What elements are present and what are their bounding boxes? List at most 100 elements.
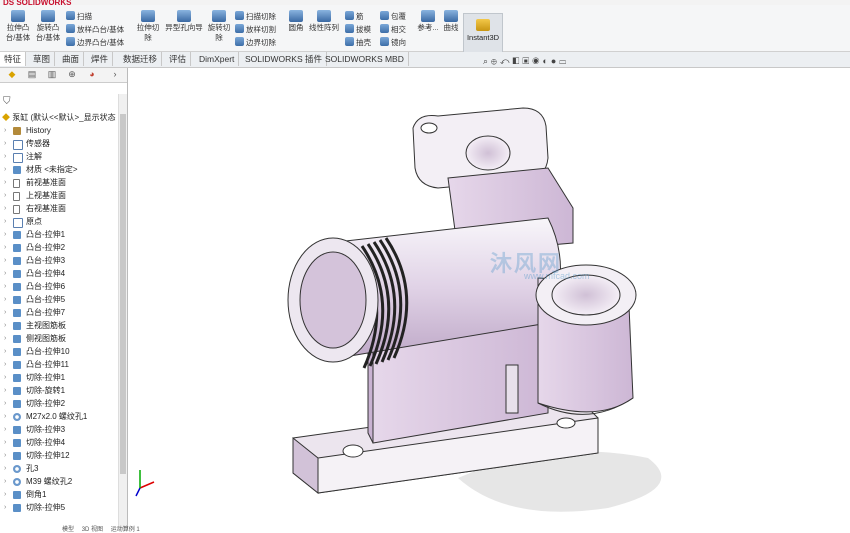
tree-item[interactable]: › 切除-拉伸4 xyxy=(0,436,118,449)
property-manager-tab-icon[interactable]: ▤ xyxy=(23,69,41,81)
tree-item[interactable]: › 凸台-拉伸7 xyxy=(0,306,118,319)
tab-dimxpert[interactable]: DimXpert xyxy=(195,52,240,66)
configuration-manager-tab-icon[interactable]: ▥ xyxy=(43,69,61,81)
tab-surfaces[interactable]: 曲面 xyxy=(58,52,85,66)
expand-arrow-icon[interactable]: › xyxy=(4,176,6,189)
tree-item[interactable]: › 孔3 xyxy=(0,462,118,475)
tree-item[interactable]: › 凸台-拉伸10 xyxy=(0,345,118,358)
expand-arrow-icon[interactable]: › xyxy=(4,267,6,280)
expand-arrow-icon[interactable]: › xyxy=(4,436,6,449)
extrude-boss-button[interactable]: 拉伸凸 台/基体 xyxy=(4,8,32,43)
hole-wizard-button[interactable]: 异型孔向导 xyxy=(163,8,205,33)
expand-arrow-icon[interactable]: › xyxy=(4,488,6,501)
zoom-area-icon[interactable]: ⊕ xyxy=(491,56,500,66)
expand-arrow-icon[interactable]: › xyxy=(4,475,6,488)
tree-item[interactable]: › 传感器 xyxy=(0,137,118,150)
expand-arrow-icon[interactable]: › xyxy=(4,189,6,202)
revolve-boss-button[interactable]: 旋转凸 台/基体 xyxy=(34,8,62,43)
tree-item[interactable]: › 原点 xyxy=(0,215,118,228)
boundary-boss-button[interactable]: 边界凸台/基体 xyxy=(66,37,124,48)
tree-item[interactable]: › 切除-拉伸5 xyxy=(0,501,118,514)
tree-item[interactable]: › M39 螺纹孔2 xyxy=(0,475,118,488)
part-model[interactable] xyxy=(128,68,850,530)
reference-geometry-button[interactable]: 参考... xyxy=(416,8,440,33)
loft-button[interactable]: 放样凸台/基体 xyxy=(66,24,124,35)
tree-item[interactable]: › 凸台-拉伸11 xyxy=(0,358,118,371)
intersect-button[interactable]: 相交 xyxy=(380,24,406,35)
expand-arrow-icon[interactable]: › xyxy=(4,241,6,254)
expand-arrow-icon[interactable]: › xyxy=(4,124,6,137)
tree-item[interactable]: › 凸台-拉伸4 xyxy=(0,267,118,280)
expand-arrow-icon[interactable]: › xyxy=(4,397,6,410)
tree-item[interactable]: › 切除-拉伸3 xyxy=(0,423,118,436)
tab-sketch[interactable]: 草图 xyxy=(29,52,56,66)
tree-item[interactable]: › 凸台-拉伸5 xyxy=(0,293,118,306)
dimxpert-manager-tab-icon[interactable]: ⊕ xyxy=(63,69,81,81)
view-orientation-icon[interactable]: ▣ xyxy=(522,56,532,66)
curves-button[interactable]: 曲线 xyxy=(441,8,461,33)
tab-evaluate[interactable]: 评估 xyxy=(165,52,192,66)
sweep-button[interactable]: 扫描 xyxy=(66,11,92,22)
tab-data-migration[interactable]: 数据迁移 xyxy=(119,52,163,66)
display-manager-tab-icon[interactable]: ◕ xyxy=(83,69,101,81)
expand-arrow-icon[interactable]: › xyxy=(4,410,6,423)
sweep-cut-button[interactable]: 扫描切除 xyxy=(235,11,276,22)
expand-arrow-icon[interactable]: › xyxy=(4,137,6,150)
tree-item[interactable]: › 切除-拉伸2 xyxy=(0,397,118,410)
zoom-to-fit-icon[interactable]: ⌕ xyxy=(483,56,491,66)
instant3d-button[interactable]: Instant3D xyxy=(463,13,503,55)
scene-icon[interactable]: ▭ xyxy=(559,56,569,66)
loft-cut-button[interactable]: 放样切割 xyxy=(235,24,276,35)
expand-arrow-icon[interactable]: › xyxy=(4,319,6,332)
tab-solidworks-addins[interactable]: SOLIDWORKS 插件 xyxy=(241,52,327,66)
fillet-button[interactable]: 圆角 xyxy=(285,8,307,33)
tab-solidworks-mbd[interactable]: SOLIDWORKS MBD xyxy=(321,52,409,66)
expand-arrow-icon[interactable]: › xyxy=(4,371,6,384)
tab-weldments[interactable]: 焊件 xyxy=(87,52,114,66)
tree-item[interactable]: › 凸台-拉伸2 xyxy=(0,241,118,254)
tree-item[interactable]: › 主视图筋板 xyxy=(0,319,118,332)
previous-view-icon[interactable]: ↶ xyxy=(500,56,513,66)
revolve-cut-button[interactable]: 旋转切 除 xyxy=(206,8,232,43)
tree-item[interactable]: › 材质 <未指定> xyxy=(0,163,118,176)
expand-arrow-icon[interactable]: › xyxy=(4,345,6,358)
tree-item[interactable]: › M27x2.0 螺纹孔1 xyxy=(0,410,118,423)
tree-item[interactable]: › 注解 xyxy=(0,150,118,163)
wrap-button[interactable]: 包覆 xyxy=(380,11,406,22)
expand-arrow-icon[interactable]: › xyxy=(4,306,6,319)
expand-arrow-icon[interactable]: › xyxy=(4,332,6,345)
tree-item[interactable]: › 凸台-拉伸6 xyxy=(0,280,118,293)
tree-item[interactable]: › 切除-拉伸1 xyxy=(0,371,118,384)
expand-arrow-icon[interactable]: › xyxy=(4,280,6,293)
tree-item[interactable]: › 切除-拉伸12 xyxy=(0,449,118,462)
tree-root[interactable]: ◆ 泵缸 (默认<<默认>_显示状态 xyxy=(2,112,116,123)
tree-item[interactable]: › 侧视图筋板 xyxy=(0,332,118,345)
panel-expand-icon[interactable]: › xyxy=(106,69,124,81)
expand-arrow-icon[interactable]: › xyxy=(4,358,6,371)
appearance-icon[interactable]: ● xyxy=(551,56,559,66)
heads-up-view-toolbar[interactable]: ⌕⊕↶◧▣◉◐●▭ xyxy=(483,56,569,67)
expand-arrow-icon[interactable]: › xyxy=(4,254,6,267)
graphics-viewport[interactable]: 沐风网 www.mfcad.com xyxy=(128,68,850,530)
filter-icon[interactable]: ⛉ xyxy=(3,96,11,107)
expand-arrow-icon[interactable]: › xyxy=(4,293,6,306)
tree-item[interactable]: › 倒角1 xyxy=(0,488,118,501)
mirror-button[interactable]: 镜向 xyxy=(380,37,406,48)
tree-item[interactable]: › History xyxy=(0,124,118,137)
expand-arrow-icon[interactable]: › xyxy=(4,449,6,462)
boundary-cut-button[interactable]: 边界切除 xyxy=(235,37,276,48)
feature-manager-tab-icon[interactable]: ◆ xyxy=(3,69,21,81)
display-style-icon[interactable]: ◉ xyxy=(532,56,542,66)
rib-button[interactable]: 筋 xyxy=(345,11,364,22)
tab-3d-views[interactable]: 3D 视图 xyxy=(82,527,103,533)
expand-arrow-icon[interactable]: › xyxy=(4,202,6,215)
tree-item[interactable]: › 上视基准面 xyxy=(0,189,118,202)
expand-arrow-icon[interactable]: › xyxy=(4,150,6,163)
tree-item[interactable]: › 右视基准面 xyxy=(0,202,118,215)
draft-button[interactable]: 拔模 xyxy=(345,24,371,35)
expand-arrow-icon[interactable]: › xyxy=(4,228,6,241)
extrude-cut-button[interactable]: 拉伸切 除 xyxy=(136,8,160,43)
tree-item[interactable]: › 切除-旋转1 xyxy=(0,384,118,397)
expand-arrow-icon[interactable]: › xyxy=(4,501,6,514)
hide-show-icon[interactable]: ◐ xyxy=(542,56,550,66)
